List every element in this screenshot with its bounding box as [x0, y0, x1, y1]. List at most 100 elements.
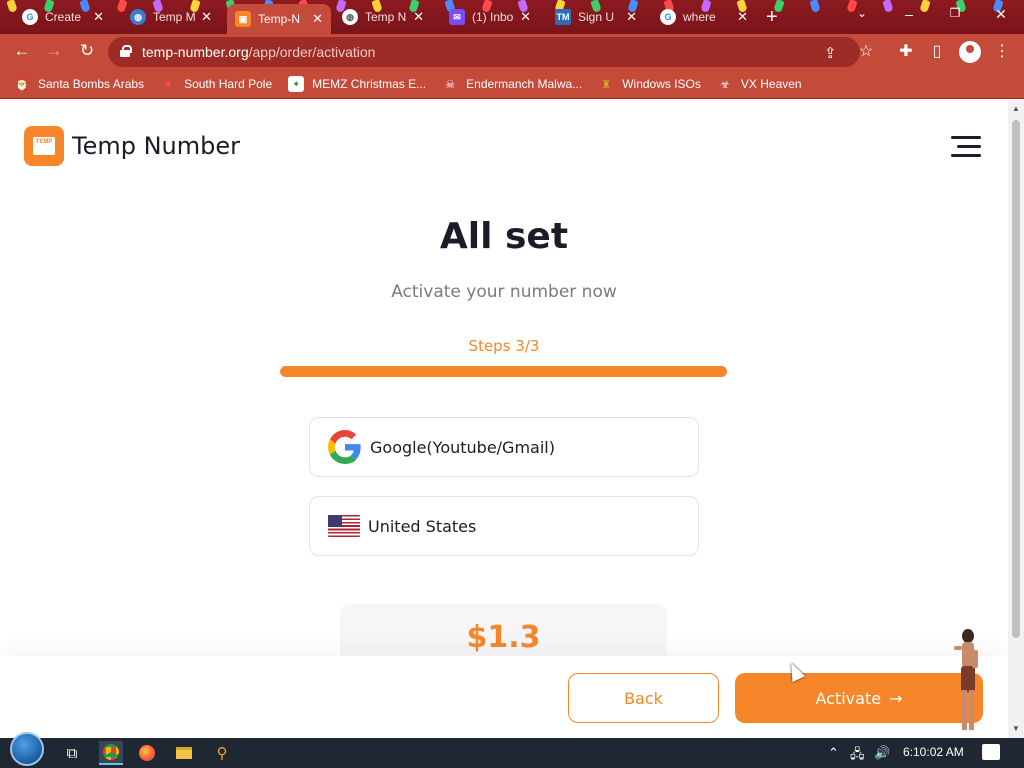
lock-icon[interactable]	[120, 45, 132, 57]
tab-title: where	[683, 10, 716, 24]
back-button[interactable]: Back	[568, 673, 719, 723]
browser-window: G Create ✕ ◍ Temp M ✕ ▣ Temp-N ✕ ◍ Temp …	[0, 0, 1024, 738]
volume-icon[interactable]: 🔊	[874, 745, 890, 761]
tab-search-button[interactable]: ⌄	[852, 6, 872, 20]
close-window-button[interactable]: ✕	[991, 6, 1011, 23]
page-title: All set	[439, 216, 569, 257]
tab-title: (1) Inbo	[472, 10, 514, 24]
brand-name[interactable]: Temp Number	[72, 132, 240, 160]
bookmark-label: South Hard Pole	[184, 77, 273, 91]
price-value: $1.3	[466, 620, 541, 655]
tab-strip: G Create ✕ ◍ Temp M ✕ ▣ Temp-N ✕ ◍ Temp …	[0, 0, 1024, 34]
file-explorer-icon[interactable]	[172, 741, 196, 765]
bookmark-item[interactable]: ☣ VX Heaven	[717, 76, 802, 92]
profile-avatar[interactable]	[959, 41, 981, 63]
progress-bar	[280, 366, 727, 377]
tab-title: Temp-N	[258, 12, 301, 26]
temp-number-logo-icon[interactable]: TEMP	[24, 126, 64, 166]
close-icon[interactable]: ✕	[312, 11, 323, 27]
url-host: temp-number.org	[142, 44, 249, 60]
steps-label: Steps 3/3	[468, 337, 540, 355]
search-magnifier-icon[interactable]: ⚲	[210, 741, 234, 765]
back-arrow-icon[interactable]: ←	[11, 41, 33, 61]
globe-icon: ◍	[342, 9, 358, 25]
skull-icon: ☠	[445, 78, 456, 91]
google-icon	[328, 430, 361, 464]
windows-taskbar: ⧉ ⚲ ⌃ 🖧 🔊 6:10:02 AM	[0, 732, 1024, 768]
globe-icon: ◍	[130, 9, 146, 25]
tab-title: Temp M	[153, 10, 196, 24]
temp-number-icon: ▣	[235, 11, 251, 27]
bookmark-item[interactable]: ✷ South Hard Pole	[160, 76, 272, 92]
page-subtitle: Activate your number now	[391, 282, 617, 302]
us-flag-icon	[328, 515, 360, 537]
tab-1[interactable]: ◍ Temp M ✕	[122, 4, 220, 30]
restore-button[interactable]: ❐	[945, 6, 965, 20]
country-label: United States	[368, 516, 477, 536]
show-hidden-icons-chevron-icon[interactable]: ⌃	[828, 745, 839, 761]
star-icon: ✷	[163, 78, 173, 91]
trophy-icon: ♜	[601, 78, 612, 91]
url-path: /app/order/activation	[248, 44, 376, 60]
close-icon[interactable]: ✕	[413, 9, 424, 25]
menu-kebab-icon[interactable]: ⋮	[992, 41, 1012, 61]
close-icon[interactable]: ✕	[626, 9, 637, 25]
inbox-icon: ✉	[449, 9, 465, 25]
bookmark-label: VX Heaven	[740, 77, 802, 91]
logo-text: TEMP	[33, 137, 55, 155]
reload-icon[interactable]: ↻	[76, 41, 98, 61]
tab-6[interactable]: G where ✕	[652, 4, 756, 30]
scrollbar-thumb[interactable]	[1012, 120, 1020, 638]
task-view-icon[interactable]: ⧉	[60, 741, 84, 765]
bookmarks-bar: 🎅 Santa Bombs Arabs ✷ South Hard Pole ✦ MEM…	[0, 70, 1024, 99]
bookmark-item[interactable]: 🎅 Santa Bombs Arabs	[14, 76, 144, 92]
firefox-icon[interactable]	[135, 741, 159, 765]
google-icon: G	[660, 9, 676, 25]
hamburger-menu-icon[interactable]	[951, 136, 981, 158]
country-selector[interactable]: United States	[309, 496, 699, 556]
tm-icon: TM	[555, 9, 571, 25]
minimize-button[interactable]: –	[899, 6, 919, 22]
address-bar[interactable]: temp-number.org/app/order/activation ⇪	[108, 37, 860, 67]
progress-fill	[280, 366, 727, 377]
bookmark-label: MEMZ Christmas E...	[312, 77, 427, 91]
close-icon[interactable]: ✕	[201, 9, 212, 25]
google-icon: G	[22, 9, 38, 25]
network-icon[interactable]: 🖧	[850, 745, 865, 767]
new-tab-button[interactable]: +	[766, 7, 778, 27]
tab-4[interactable]: ✉ (1) Inbo ✕	[441, 4, 539, 30]
forward-arrow-icon[interactable]: →	[43, 41, 65, 61]
activate-button[interactable]: Activate →	[735, 673, 983, 723]
scroll-down-icon[interactable]: ▼	[1012, 724, 1020, 733]
bookmark-item[interactable]: ✦ MEMZ Christmas E...	[288, 76, 426, 92]
close-icon[interactable]: ✕	[737, 9, 748, 25]
page-content: TEMP Temp Number All set Activate your n…	[0, 100, 1008, 738]
notification-center-icon[interactable]	[982, 744, 1000, 760]
extensions-puzzle-icon[interactable]: ✚	[896, 41, 916, 61]
start-button[interactable]	[8, 732, 44, 768]
share-icon[interactable]: ⇪	[824, 44, 837, 62]
close-icon[interactable]: ✕	[93, 9, 104, 25]
chrome-icon[interactable]	[99, 741, 123, 765]
tab-0[interactable]: G Create ✕	[14, 4, 112, 30]
bookmark-star-icon[interactable]: ☆	[856, 41, 876, 61]
tab-2[interactable]: ▣ Temp-N ✕	[227, 4, 331, 34]
bookmark-item[interactable]: ☠ Endermanch Malwa...	[442, 76, 582, 92]
light-bulb	[918, 0, 931, 13]
light-bulb	[882, 0, 894, 13]
bookmark-item[interactable]: ♜ Windows ISOs	[598, 76, 701, 92]
tab-3[interactable]: ◍ Temp N ✕	[334, 4, 432, 30]
bookmark-label: Endermanch Malwa...	[466, 77, 583, 91]
light-bulb	[809, 0, 821, 13]
bookmark-label: Santa Bombs Arabs	[38, 77, 145, 91]
page-scrollbar[interactable]: ▲ ▼	[1008, 100, 1024, 738]
browser-toolbar: ← → ↻ temp-number.org/app/order/activati…	[0, 34, 1024, 70]
tab-5[interactable]: TM Sign U ✕	[547, 4, 645, 30]
side-panel-icon[interactable]: ▯	[927, 41, 947, 61]
taskbar-clock[interactable]: 6:10:02 AM	[903, 745, 964, 759]
desktop-mascot-figure	[954, 629, 978, 730]
scroll-up-icon[interactable]: ▲	[1012, 104, 1020, 113]
close-icon[interactable]: ✕	[520, 9, 531, 25]
arrow-right-icon: →	[889, 688, 903, 708]
service-selector[interactable]: Google(Youtube/Gmail)	[309, 417, 699, 477]
